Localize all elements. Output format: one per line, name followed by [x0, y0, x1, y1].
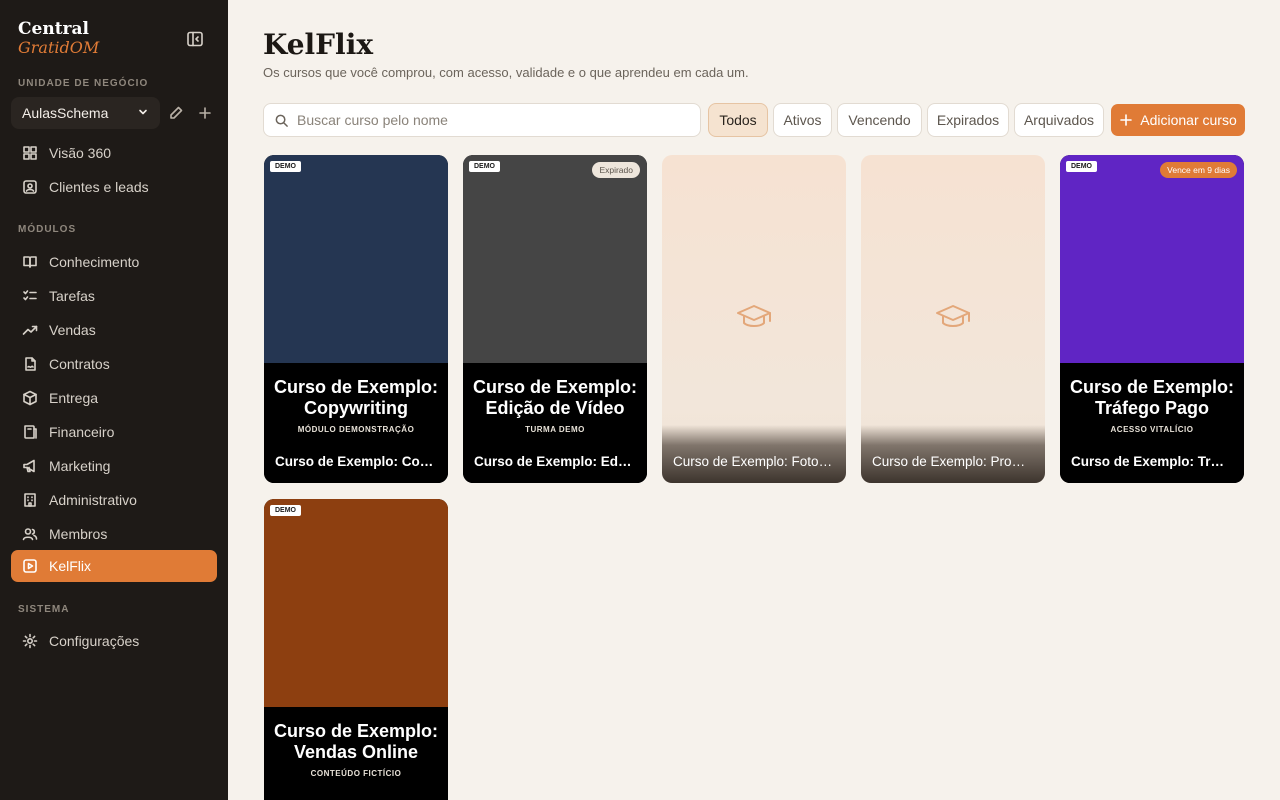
sidebar-item-vendas[interactable]: Vendas — [11, 314, 217, 346]
sidebar-item-entrega[interactable]: Entrega — [11, 382, 217, 414]
graduation-cap-icon — [935, 303, 971, 331]
sidebar-item-contratos[interactable]: Contratos — [11, 348, 217, 380]
sidebar-item-label: Clientes e leads — [49, 179, 149, 195]
graduation-cap-icon — [736, 303, 772, 331]
modules-section-label: MÓDULOS — [18, 224, 77, 235]
course-name: Curso de Exemplo: Tráfego Pago — [1071, 454, 1231, 469]
dashboard-icon — [21, 144, 39, 162]
sidebar-item-label: Entrega — [49, 390, 99, 406]
cover-caption: ACESSO VITALÍCIO — [1110, 425, 1194, 434]
cover-caption: CONTEÚDO FICTÍCIO — [310, 769, 402, 778]
sidebar-item-clientes-leads[interactable]: Clientes e leads — [11, 171, 217, 203]
course-card[interactable]: DEMO Expirado Curso de Exemplo: Edição d… — [463, 155, 647, 483]
course-search[interactable] — [263, 103, 701, 137]
sidebar-item-label: Marketing — [49, 458, 111, 474]
checklist-icon — [21, 287, 39, 305]
filter-arquivados[interactable]: Arquivados — [1014, 103, 1104, 137]
cover-title: Curso de Exemplo: Vendas Online — [273, 721, 439, 762]
gear-icon — [21, 632, 39, 650]
sidebar-item-conhecimento[interactable]: Conhecimento — [11, 246, 217, 278]
brand-title: Central — [18, 19, 89, 39]
package-icon — [21, 389, 39, 407]
plus-icon — [1119, 113, 1133, 127]
book-icon — [21, 253, 39, 271]
sidebar-item-configuracoes[interactable]: Configurações — [11, 625, 217, 657]
sidebar-item-label: Vendas — [49, 322, 96, 338]
course-name: Curso de Exemplo: Fotografia — [673, 454, 833, 469]
course-name: Curso de Exemplo: Copywriting — [275, 454, 435, 469]
course-card[interactable]: DEMO Curso de Exemplo: Copywriting MÓDUL… — [264, 155, 448, 483]
wallet-icon — [21, 423, 39, 441]
cover-caption: TURMA DEMO — [525, 425, 585, 434]
course-cover — [1060, 155, 1244, 363]
search-input[interactable] — [297, 112, 677, 128]
business-unit-value: AulasSchema — [22, 105, 109, 121]
filter-expirados[interactable]: Expirados — [927, 103, 1009, 137]
course-card[interactable]: DEMO Curso de Exemplo: Vendas Online CON… — [264, 499, 448, 800]
sidebar-item-label: Administrativo — [49, 492, 137, 508]
sidebar-item-label: Financeiro — [49, 424, 115, 440]
megaphone-icon — [21, 457, 39, 475]
course-cover — [264, 155, 448, 363]
building-icon — [21, 491, 39, 509]
contacts-icon — [21, 178, 39, 196]
course-cover — [463, 155, 647, 363]
add-unit-icon[interactable] — [196, 104, 214, 122]
unit-section-label: UNIDADE DE NEGÓCIO — [18, 78, 149, 89]
system-section-label: SISTEMA — [18, 604, 70, 615]
filter-vencendo[interactable]: Vencendo — [837, 103, 922, 137]
course-card[interactable]: DEMO Vence em 9 dias Curso de Exemplo: T… — [1060, 155, 1244, 483]
course-card[interactable]: Curso de Exemplo: Fotografia — [662, 155, 846, 483]
sidebar-item-label: KelFlix — [49, 558, 92, 574]
brand-logo[interactable]: Central GratidOM — [18, 20, 99, 58]
page-subtitle: Os cursos que você comprou, com acesso, … — [263, 65, 749, 80]
sidebar-item-visao-360[interactable]: Visão 360 — [11, 137, 217, 169]
status-badge-expired: Expirado — [592, 162, 640, 178]
sidebar-item-label: Visão 360 — [49, 145, 112, 161]
course-name: Curso de Exemplo: Produtividade — [872, 454, 1032, 469]
sidebar-item-label: Contratos — [49, 356, 110, 372]
search-icon — [274, 113, 289, 128]
course-cover — [264, 499, 448, 707]
sidebar-item-label: Membros — [49, 526, 108, 542]
sidebar-item-financeiro[interactable]: Financeiro — [11, 416, 217, 448]
course-card[interactable]: Curso de Exemplo: Produtividade — [861, 155, 1045, 483]
cover-caption: MÓDULO DEMONSTRAÇÃO — [297, 425, 415, 434]
sidebar-item-label: Configurações — [49, 633, 140, 649]
cover-title: Curso de Exemplo: Copywriting — [273, 377, 439, 418]
sidebar-item-administrativo[interactable]: Administrativo — [11, 484, 217, 516]
trend-icon — [21, 321, 39, 339]
cover-title: Curso de Exemplo: Edição de Vídeo — [472, 377, 638, 418]
sidebar-item-marketing[interactable]: Marketing — [11, 450, 217, 482]
sidebar-item-label: Tarefas — [49, 288, 95, 304]
status-badge-expiring: Vence em 9 dias — [1160, 162, 1237, 178]
course-name: Curso de Exemplo: Edição de Vídeo — [474, 454, 634, 469]
sidebar: Central GratidOM UNIDADE DE NEGÓCIO Aula… — [0, 0, 228, 800]
chevron-down-icon — [137, 105, 149, 121]
sidebar-collapse-icon[interactable] — [186, 30, 206, 50]
sidebar-item-membros[interactable]: Membros — [11, 518, 217, 550]
business-unit-select[interactable]: AulasSchema — [11, 97, 160, 129]
contract-icon — [21, 355, 39, 373]
demo-badge: DEMO — [1066, 161, 1097, 172]
sidebar-item-label: Conhecimento — [49, 254, 140, 270]
page-title: KelFlix — [263, 28, 374, 61]
edit-unit-icon[interactable] — [167, 104, 185, 122]
members-icon — [21, 525, 39, 543]
demo-badge: DEMO — [270, 505, 301, 516]
brand-subtitle: GratidOM — [18, 38, 100, 57]
cover-title: Curso de Exemplo: Tráfego Pago — [1069, 377, 1235, 418]
add-course-button[interactable]: Adicionar curso — [1111, 104, 1245, 136]
filter-ativos[interactable]: Ativos — [773, 103, 832, 137]
play-square-icon — [21, 557, 39, 575]
demo-badge: DEMO — [469, 161, 500, 172]
add-course-label: Adicionar curso — [1140, 112, 1237, 128]
demo-badge: DEMO — [270, 161, 301, 172]
filter-todos[interactable]: Todos — [708, 103, 768, 137]
sidebar-item-kelflix[interactable]: KelFlix — [11, 550, 217, 582]
sidebar-item-tarefas[interactable]: Tarefas — [11, 280, 217, 312]
